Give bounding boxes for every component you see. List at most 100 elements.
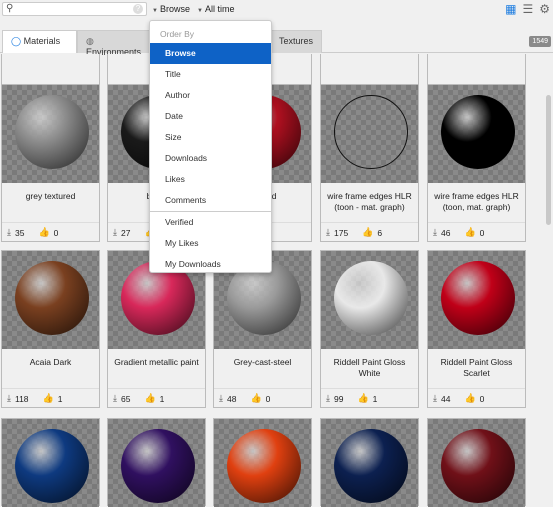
material-card[interactable]: Riddell Paint Gloss Scarlet ⤓ 44 👍 0 [427, 250, 526, 408]
scrollbar[interactable] [546, 95, 551, 225]
menu-item-date[interactable]: Date [150, 106, 271, 127]
search-icon: ⚲ [6, 3, 14, 14]
grid-view-icon[interactable]: ▦ [505, 2, 516, 16]
material-preview [15, 95, 89, 169]
preview-image[interactable] [2, 85, 99, 183]
card-stats: ⤓ 44 👍 0 [428, 389, 525, 408]
menu-item-my-likes[interactable]: My Likes [150, 233, 271, 254]
help-icon[interactable]: ? [133, 4, 143, 14]
like-count: 0 [53, 227, 59, 238]
download-icon[interactable]: ⤓ [433, 393, 437, 404]
like-count: 6 [377, 227, 383, 238]
preview-image[interactable] [428, 251, 525, 349]
menu-item-verified[interactable]: Verified [150, 212, 271, 233]
download-count: 35 [14, 227, 25, 238]
material-card[interactable]: wire frame edges HLR (toon, mat. graph) … [427, 84, 526, 242]
count-badge: 1549 [529, 36, 551, 47]
material-card[interactable] [1, 418, 100, 507]
thumbs-up-icon[interactable]: 👍 [144, 393, 155, 404]
preview-image[interactable] [321, 85, 418, 183]
preview-image[interactable] [2, 251, 99, 349]
thumbs-up-icon[interactable]: 👍 [357, 393, 368, 404]
card-stats: ⤓ 175 👍 6 [321, 223, 418, 242]
download-icon[interactable]: ⤓ [326, 227, 330, 238]
material-card[interactable]: Riddell Paint Gloss White ⤓ 99 👍 1 [320, 250, 419, 408]
material-title[interactable]: grey textured [2, 183, 99, 223]
material-preview [334, 261, 408, 335]
list-view-icon[interactable]: ☰ [522, 2, 533, 16]
material-title[interactable]: Riddell Paint Gloss White [321, 349, 418, 389]
preview-image[interactable] [2, 419, 99, 507]
material-card[interactable]: Acaia Dark ⤓ 118 👍 1 [1, 250, 100, 408]
tab-environments[interactable]: ◍ Environments [77, 30, 157, 57]
thumbs-up-icon[interactable]: 👍 [43, 393, 54, 404]
category-tabs: ◯ Materials ◍ Environments Textures [0, 30, 553, 57]
material-preview [334, 429, 408, 503]
tab-textures[interactable]: Textures [270, 30, 322, 53]
tab-label: Textures [279, 36, 314, 46]
download-count: 118 [14, 393, 29, 404]
download-count: 48 [226, 393, 237, 404]
download-count: 175 [333, 227, 349, 238]
like-count: 1 [159, 393, 165, 404]
thumbs-up-icon[interactable]: 👍 [464, 393, 475, 404]
menu-item-downloads[interactable]: Downloads [150, 148, 271, 169]
preview-image[interactable] [108, 419, 205, 507]
download-icon[interactable]: ⤓ [113, 227, 117, 238]
download-count: 99 [333, 393, 344, 404]
menu-item-comments[interactable]: Comments [150, 190, 271, 211]
download-icon[interactable]: ⤓ [113, 393, 117, 404]
menu-item-title[interactable]: Title [150, 64, 271, 85]
tab-label: Materials [23, 36, 61, 46]
menu-item-likes[interactable]: Likes [150, 169, 271, 190]
gear-icon[interactable]: ⚙ [539, 2, 550, 16]
tab-materials[interactable]: ◯ Materials [2, 30, 77, 53]
thumbs-up-icon[interactable]: 👍 [362, 227, 373, 238]
card-stats: ⤓ 65 👍 1 [108, 389, 205, 408]
thumbs-up-icon[interactable]: 👍 [464, 227, 475, 238]
material-card[interactable] [213, 418, 312, 507]
material-preview [15, 261, 89, 335]
material-title[interactable] [428, 54, 525, 88]
card-stats: ⤓ 48 👍 0 [214, 389, 311, 408]
preview-image[interactable] [321, 251, 418, 349]
order-by-label: Browse [159, 4, 190, 14]
material-title[interactable] [321, 54, 418, 88]
preview-image[interactable] [321, 419, 418, 507]
thumbs-up-icon[interactable]: 👍 [250, 393, 261, 404]
download-count: 27 [120, 227, 131, 238]
material-title[interactable]: wire frame edges HLR (toon, mat. graph) [428, 183, 525, 223]
preview-image[interactable] [428, 419, 525, 507]
material-card[interactable]: grey textured ⤓ 35 👍 0 [1, 84, 100, 242]
download-icon[interactable]: ⤓ [433, 227, 437, 238]
menu-item-size[interactable]: Size [150, 127, 271, 148]
search-input[interactable]: ⚲ ? [2, 2, 147, 16]
download-icon[interactable]: ⤓ [326, 393, 330, 404]
material-card[interactable]: wire frame edges HLR (toon - mat. graph)… [320, 84, 419, 242]
material-title[interactable]: Gradient metallic paint [108, 349, 205, 389]
download-count: 44 [440, 393, 451, 404]
order-by-dropdown[interactable]: ▼ Browse [152, 4, 190, 14]
download-icon[interactable]: ⤓ [7, 393, 11, 404]
download-icon[interactable]: ⤓ [219, 393, 223, 404]
material-card[interactable] [107, 418, 206, 507]
material-title[interactable]: wire frame edges HLR (toon - mat. graph) [321, 183, 418, 223]
material-title[interactable]: Grey-cast-steel [214, 349, 311, 389]
menu-item-browse[interactable]: Browse [150, 43, 271, 64]
preview-image[interactable] [214, 419, 311, 507]
download-icon[interactable]: ⤓ [7, 227, 11, 238]
preview-image[interactable] [428, 85, 525, 183]
thumbs-up-icon[interactable]: 👍 [38, 227, 49, 238]
material-card[interactable] [320, 418, 419, 507]
menu-item-author[interactable]: Author [150, 85, 271, 106]
material-title[interactable]: Acaia Dark [2, 349, 99, 389]
material-preview [334, 95, 408, 169]
like-count: 0 [479, 393, 485, 404]
time-range-dropdown[interactable]: ▼ All time [197, 4, 234, 14]
material-preview [121, 429, 195, 503]
like-count: 0 [265, 393, 271, 404]
material-title[interactable] [2, 54, 99, 88]
material-title[interactable]: Riddell Paint Gloss Scarlet [428, 349, 525, 389]
menu-item-my-downloads[interactable]: My Downloads [150, 254, 271, 275]
material-card[interactable] [427, 418, 526, 507]
